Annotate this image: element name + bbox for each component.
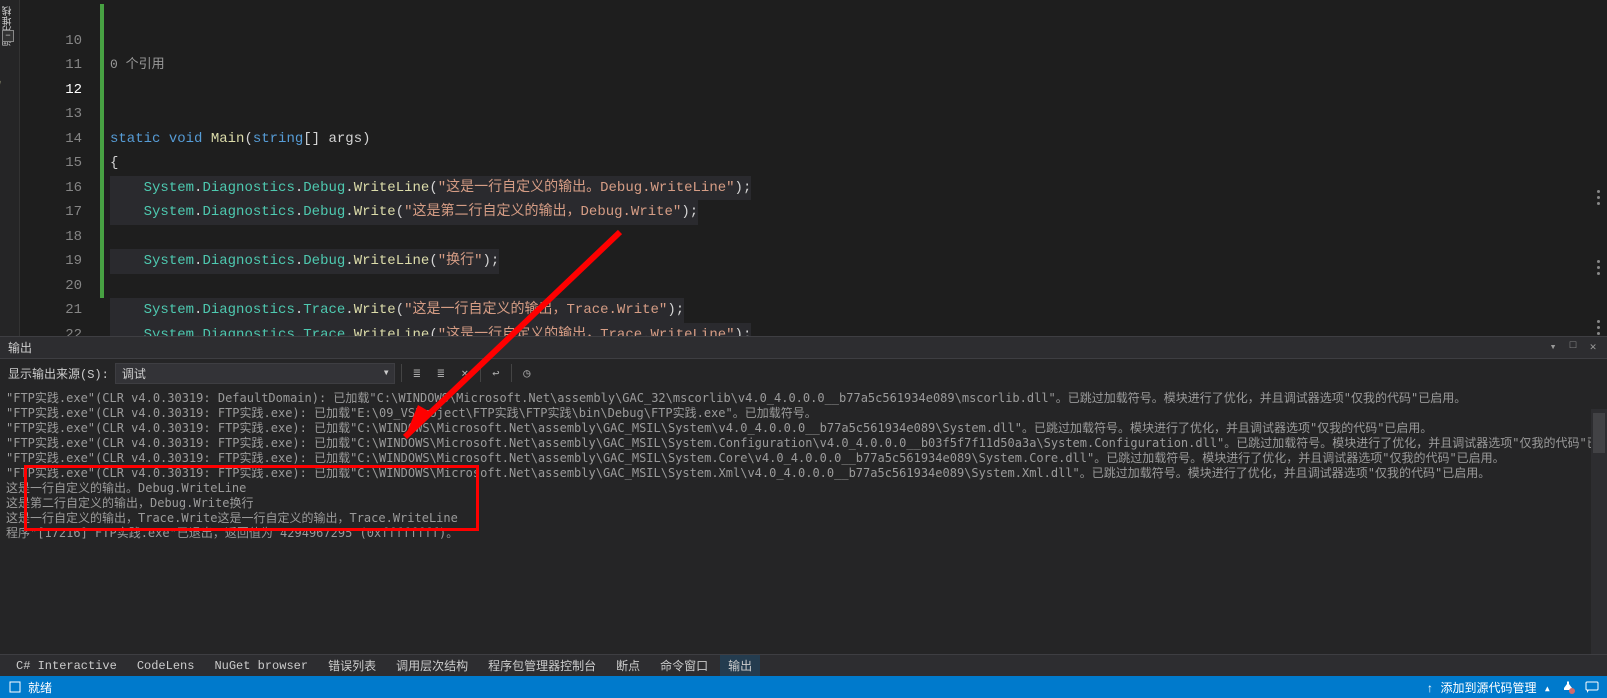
vertical-tool-strip: 调用堆栈 [0, 0, 20, 336]
notifications-icon[interactable] [1561, 680, 1575, 694]
output-panel: 输出 ▾ □ ✕ 显示输出来源(S): 调试 ▾ ≣ ≣ ⨯ ↩ ◷ "FTP实… [0, 336, 1607, 654]
status-bar: 就绪 ↑ 添加到源代码管理 ▴ [0, 676, 1607, 698]
line-number: 10 [20, 29, 82, 54]
line-number: 20 [20, 274, 82, 299]
bottom-tab[interactable]: C# Interactive [8, 657, 125, 675]
source-control-button[interactable]: ↑ 添加到源代码管理 ▴ [1426, 679, 1551, 696]
output-line: 这是一行自定义的输出，Trace.Write这是一行自定义的输出，Trace.W… [6, 511, 1601, 526]
bottom-tab[interactable]: CodeLens [129, 657, 203, 675]
lightbulb-icon[interactable] [0, 78, 4, 92]
output-line: 这是一行自定义的输出。Debug.WriteLine [6, 481, 1601, 496]
status-text: 就绪 [28, 679, 52, 696]
line-number: 11 [20, 53, 82, 78]
code-line[interactable]: System.Diagnostics.Debug.WriteLine("这是一行… [110, 176, 1607, 201]
line-number: 21 [20, 298, 82, 323]
output-line: "FTP实践.exe"(CLR v4.0.30319: FTP实践.exe): … [6, 466, 1601, 481]
code-line[interactable]: System.Diagnostics.Trace.Write("这是一行自定义的… [110, 298, 1607, 323]
bottom-tab[interactable]: 命令窗口 [652, 655, 716, 676]
code-line[interactable]: { [110, 151, 1607, 176]
bottom-tab[interactable]: 错误列表 [320, 655, 384, 676]
line-number: 14 [20, 127, 82, 152]
collapse-toggle[interactable]: − [2, 30, 14, 42]
code-line[interactable] [110, 225, 1607, 250]
code-line[interactable]: static void Main(string[] args) [110, 127, 1607, 152]
status-icon[interactable] [8, 680, 22, 694]
line-number: 19 [20, 249, 82, 274]
output-scrollbar[interactable] [1591, 409, 1607, 654]
line-number: 17 [20, 200, 82, 225]
code-line[interactable]: System.Diagnostics.Debug.Write("这是第二行自定义… [110, 200, 1607, 225]
wrap-icon[interactable]: ↩ [487, 364, 505, 382]
bottom-tab[interactable]: 调用层次结构 [388, 655, 476, 676]
line-number: 15 [20, 151, 82, 176]
prev-icon[interactable]: ≣ [408, 364, 426, 382]
output-panel-title: 输出 [8, 339, 1545, 356]
output-source-dropdown[interactable]: 调试 ▾ [115, 363, 395, 384]
output-line: 这是第二行自定义的输出，Debug.Write换行 [6, 496, 1601, 511]
line-number: 12 [20, 78, 82, 103]
line-number: 18 [20, 225, 82, 250]
output-line: "FTP实践.exe"(CLR v4.0.30319: FTP实践.exe): … [6, 406, 1601, 421]
bottom-tab[interactable]: 输出 [720, 655, 760, 676]
feedback-icon[interactable] [1585, 680, 1599, 694]
clear-icon[interactable]: ⨯ [456, 364, 474, 382]
output-source-label: 显示输出来源(S): [8, 365, 109, 382]
change-indicator [100, 0, 110, 336]
editor-area[interactable]: 10111213141516171819202122 − 0 个引用 stati… [20, 0, 1607, 336]
clock-icon[interactable]: ◷ [518, 364, 536, 382]
output-line: "FTP实践.exe"(CLR v4.0.30319: FTP实践.exe): … [6, 421, 1601, 436]
bottom-tab-strip: C# InteractiveCodeLensNuGet browser错误列表调… [0, 654, 1607, 676]
bottom-tab[interactable]: NuGet browser [206, 657, 316, 675]
bottom-tab[interactable]: 断点 [608, 655, 648, 676]
code-editor: 调用堆栈 10111213141516171819202122 − 0 个引用 … [0, 0, 1607, 336]
output-line: "FTP实践.exe"(CLR v4.0.30319: DefaultDomai… [6, 391, 1601, 406]
output-panel-header: 输出 ▾ □ ✕ [0, 337, 1607, 359]
code-line[interactable]: System.Diagnostics.Debug.WriteLine("换行")… [110, 249, 1607, 274]
code-line[interactable] [110, 274, 1607, 299]
output-line: "FTP实践.exe"(CLR v4.0.30319: FTP实践.exe): … [6, 451, 1601, 466]
codelens-hint[interactable]: 0 个引用 [110, 53, 1607, 78]
output-toolbar: 显示输出来源(S): 调试 ▾ ≣ ≣ ⨯ ↩ ◷ [0, 359, 1607, 387]
code-content[interactable]: 0 个引用 static void Main(string[] args){ S… [110, 0, 1607, 336]
line-number-gutter: 10111213141516171819202122 − [20, 0, 100, 336]
bottom-tab[interactable]: 程序包管理器控制台 [480, 655, 604, 676]
line-number: 13 [20, 102, 82, 127]
line-number: 16 [20, 176, 82, 201]
output-text[interactable]: "FTP实践.exe"(CLR v4.0.30319: DefaultDomai… [0, 387, 1607, 654]
pin-icon[interactable]: ▾ [1545, 340, 1561, 356]
output-line: "FTP实践.exe"(CLR v4.0.30319: FTP实践.exe): … [6, 436, 1601, 451]
next-icon[interactable]: ≣ [432, 364, 450, 382]
close-icon[interactable]: ✕ [1585, 340, 1601, 356]
maximize-icon[interactable]: □ [1565, 340, 1581, 356]
output-line: 程序"[17216] FTP实践.exe"已退出，返回值为 4294967295… [6, 526, 1601, 541]
